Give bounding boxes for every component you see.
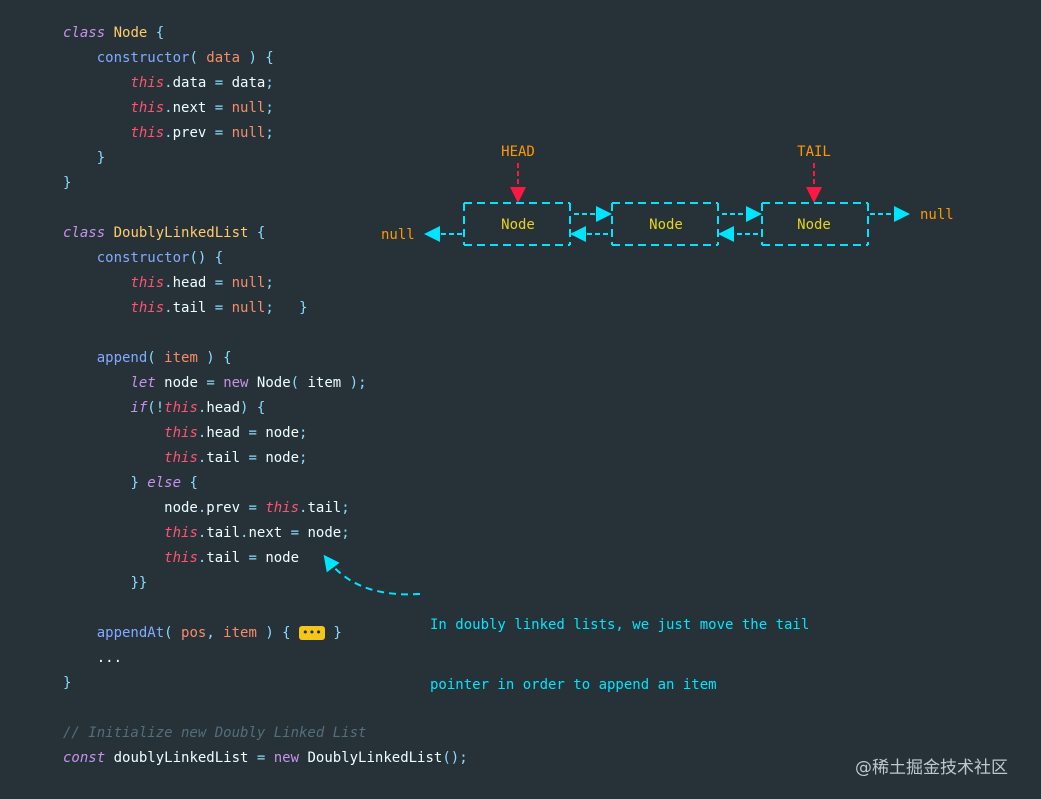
annotation-line-2: pointer in order to append an item [430,677,717,693]
watermark: @稀土掘金技术社区 [855,758,1008,778]
node-label-2: Node [649,217,683,233]
annotation-note: In doubly linked lists, we just move the… [430,575,809,715]
left-null-label: null [381,227,415,243]
node-box-3: Node [761,202,869,246]
node-label-1: Node [501,217,535,233]
annotation-arrow [323,554,421,596]
node-box-1: Node [463,202,571,246]
head-label: HEAD [501,144,535,160]
tail-label: TAIL [797,144,831,160]
node-label-3: Node [797,217,831,233]
right-null-label: null [920,207,954,223]
annotation-line-1: In doubly linked lists, we just move the… [430,617,810,633]
node-box-2: Node [611,202,719,246]
